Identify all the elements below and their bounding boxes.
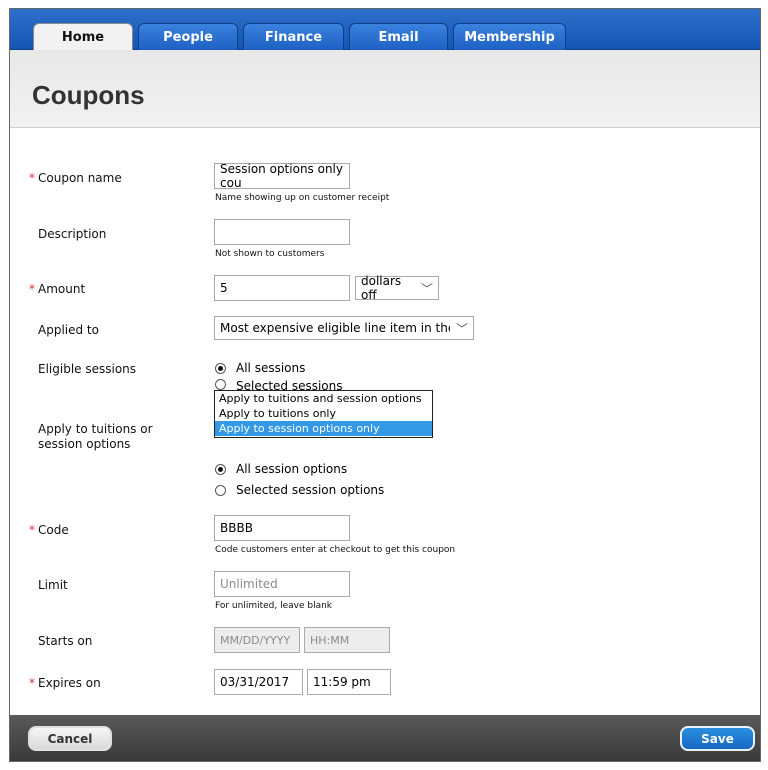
expires-on-time-input[interactable]: 11:59 pm (307, 669, 391, 695)
radio-checked-icon (215, 362, 226, 374)
apply-to-dropdown-list[interactable]: Apply to tuitions and session options Ap… (214, 390, 433, 438)
required-marker: * (29, 171, 35, 185)
title-band: Coupons (10, 50, 760, 128)
dropdown-option[interactable]: Apply to tuitions only (215, 406, 432, 421)
chevron-down-icon: ﹀ (420, 281, 433, 296)
amount-input[interactable]: 5 (214, 275, 350, 301)
cancel-button[interactable]: Cancel (28, 726, 112, 751)
coupon-name-label: Coupon name (38, 171, 122, 185)
dropdown-option[interactable]: Apply to tuitions and session options (215, 391, 432, 406)
radio-label: Selected session options (236, 483, 385, 497)
description-help: Not shown to customers (215, 249, 325, 259)
dropdown-option-selected[interactable]: Apply to session options only (215, 421, 432, 436)
footer-bar: Cancel Save (10, 715, 760, 761)
tab-email[interactable]: Email (349, 23, 448, 50)
required-marker: * (29, 523, 35, 537)
limit-label: Limit (38, 578, 68, 592)
required-marker: * (29, 282, 35, 296)
limit-input[interactable]: Unlimited (214, 571, 350, 597)
coupon-name-help: Name showing up on customer receipt (215, 193, 390, 203)
amount-label: Amount (38, 282, 86, 296)
radio-label: All sessions (236, 361, 306, 375)
coupon-name-input[interactable]: Session options only cou (214, 162, 350, 190)
apply-to-label: Apply to tuitions or session options (38, 422, 153, 451)
description-label: Description (38, 227, 107, 241)
expires-on-label: Expires on (38, 676, 101, 690)
starts-on-date-input[interactable]: MM/DD/YYYY (214, 627, 300, 653)
applied-to-label: Applied to (38, 323, 99, 337)
radio-unchecked-icon (215, 379, 226, 390)
code-help: Code customers enter at checkout to get … (215, 545, 456, 555)
top-navigation: Home People Finance Email Membership (10, 9, 760, 51)
eligible-sessions-label: Eligible sessions (38, 362, 137, 376)
description-input[interactable] (214, 219, 350, 245)
tab-home[interactable]: Home (33, 23, 133, 51)
applied-to-select[interactable]: Most expensive eligible line item in the… (214, 316, 474, 340)
starts-on-label: Starts on (38, 634, 93, 648)
amount-unit-value: dollars off (361, 274, 402, 302)
tab-membership[interactable]: Membership (453, 23, 566, 50)
radio-checked-icon (215, 463, 226, 475)
radio-all-session-options[interactable]: All session options (215, 462, 347, 476)
starts-on-time-input[interactable]: HH:MM (304, 627, 390, 653)
tab-people[interactable]: People (138, 23, 238, 50)
save-button[interactable]: Save (680, 726, 755, 751)
code-input[interactable]: BBBB (214, 515, 350, 541)
chevron-down-icon: ﹀ (455, 321, 468, 336)
app-window: Home People Finance Email Membership Cou… (9, 8, 761, 762)
applied-to-value: Most expensive eligible line item in the… (220, 321, 450, 335)
page-title: Coupons (32, 80, 145, 110)
radio-label: All session options (236, 462, 348, 476)
limit-help: For unlimited, leave blank (215, 601, 333, 611)
amount-unit-select[interactable]: dollars off ﹀ (355, 274, 439, 302)
expires-on-date-input[interactable]: 03/31/2017 (214, 669, 303, 695)
required-marker: * (29, 676, 35, 690)
radio-all-sessions[interactable]: All sessions (215, 361, 305, 375)
code-label: Code (38, 523, 69, 537)
tab-finance[interactable]: Finance (243, 23, 344, 50)
radio-selected-session-options[interactable]: Selected session options (215, 483, 384, 497)
radio-unchecked-icon (215, 484, 226, 496)
